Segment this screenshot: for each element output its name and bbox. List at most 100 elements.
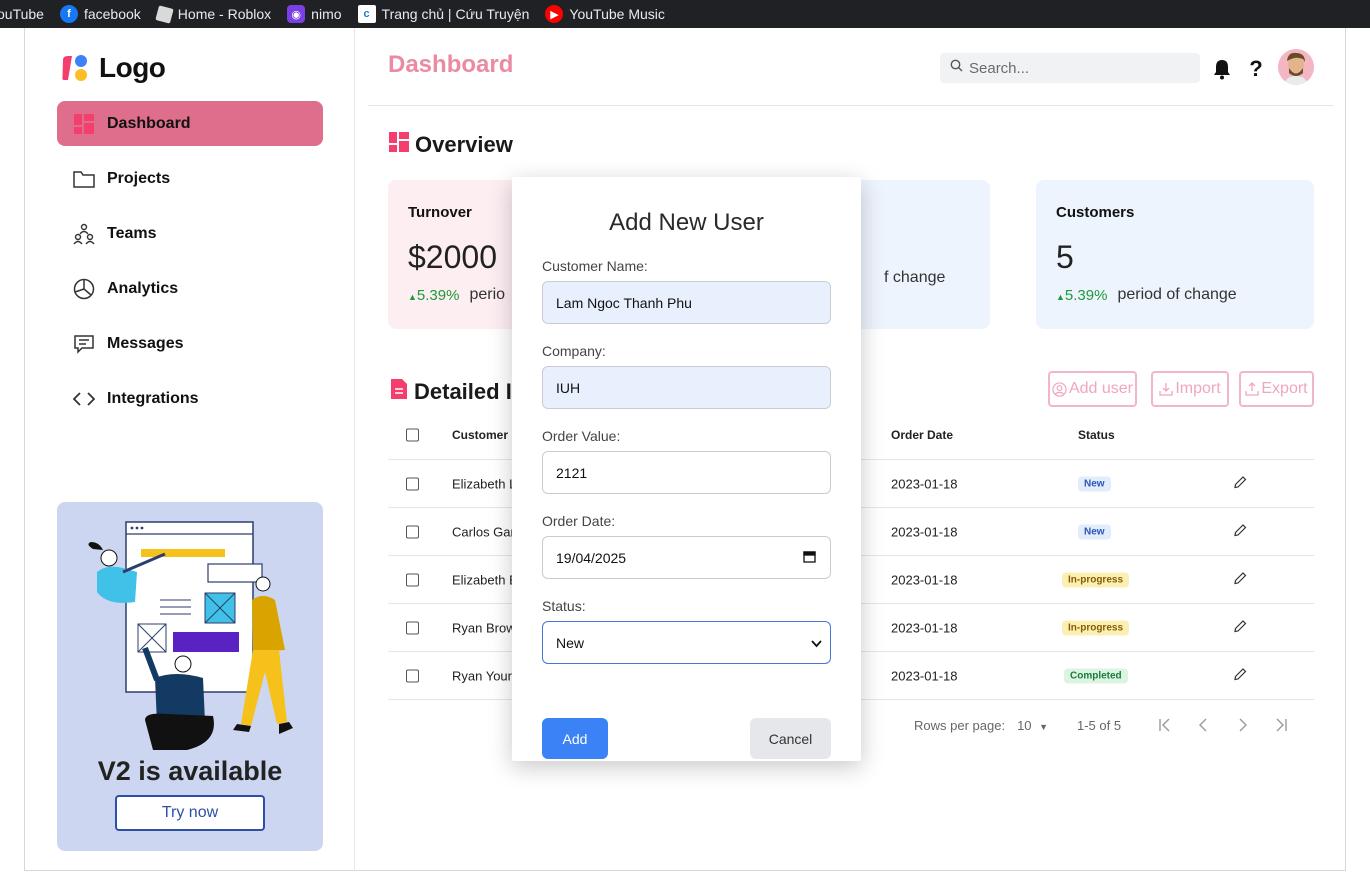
edit-pencil-icon[interactable] (1233, 475, 1247, 492)
search-icon (950, 59, 963, 77)
order-date: 2023-01-18 (891, 476, 958, 491)
bookmark-label: YouTube Music (569, 6, 665, 22)
bookmark-facebook[interactable]: f facebook (59, 0, 141, 28)
pagination-controls (1158, 718, 1288, 735)
edit-pencil-icon[interactable] (1233, 571, 1247, 588)
try-now-button[interactable]: Try now (115, 795, 265, 831)
promo-card: V2 is available Try now (57, 502, 323, 851)
bookmark-nimo[interactable]: ◉ nimo (287, 0, 342, 28)
youtube-music-icon: ▶ (545, 5, 564, 23)
cancel-button[interactable]: Cancel (750, 718, 831, 759)
change-text: f change (884, 269, 946, 286)
row-checkbox[interactable] (406, 669, 419, 682)
card-change: ▲5.39% period of change (1056, 286, 1294, 304)
sidebar-nav: Dashboard Projects Teams Analytics Messa… (57, 101, 323, 431)
export-button[interactable]: Export (1239, 371, 1314, 407)
folder-icon (73, 168, 95, 190)
change-text: perio (469, 286, 506, 303)
message-icon (73, 333, 95, 355)
order-value-input[interactable]: 2121 (542, 451, 831, 494)
sidebar-item-label: Analytics (107, 279, 179, 297)
sidebar-item-analytics[interactable]: Analytics (57, 266, 323, 311)
promo-illustration (88, 521, 293, 750)
edit-pencil-icon[interactable] (1233, 523, 1247, 540)
bookmark-youtube-music[interactable]: ▶ YouTube Music (545, 0, 665, 28)
sidebar-item-messages[interactable]: Messages (57, 321, 323, 366)
sidebar-item-integrations[interactable]: Integrations (57, 376, 323, 421)
add-button[interactable]: Add (542, 718, 608, 759)
customer-name-input[interactable]: Lam Ngoc Thanh Phu (542, 281, 831, 324)
customer-name: Elizabeth E (452, 572, 518, 587)
row-checkbox[interactable] (406, 621, 419, 634)
dashboard-grid-icon (73, 113, 95, 135)
import-label: Import (1175, 380, 1221, 397)
edit-pencil-icon[interactable] (1233, 619, 1247, 636)
add-user-button[interactable]: Add user (1048, 371, 1137, 407)
bookmark-roblox[interactable]: Home - Roblox (155, 0, 271, 28)
bookmark-youtube[interactable]: ouTube (0, 0, 44, 28)
bookmarks-bar: ouTube f facebook Home - Roblox ◉ nimo c… (0, 0, 1370, 28)
bookmark-cuutruyen[interactable]: c Trang chủ | Cứu Truyện (357, 0, 529, 28)
company-input[interactable]: IUH (542, 366, 831, 409)
calendar-icon[interactable] (803, 550, 816, 566)
company-label: Company: (542, 343, 606, 359)
order-date: 2023-01-18 (891, 668, 958, 683)
import-icon (1159, 383, 1173, 396)
row-checkbox[interactable] (406, 573, 419, 586)
row-checkbox[interactable] (406, 525, 419, 538)
header-divider (368, 105, 1334, 106)
facebook-icon: f (59, 5, 78, 23)
order-date: 2023-01-18 (891, 572, 958, 587)
pie-chart-icon (73, 278, 95, 300)
first-page-icon[interactable] (1158, 718, 1174, 735)
roblox-icon (155, 4, 174, 24)
app-frame: Logo Dashboard Projects Teams Analytics … (24, 28, 1346, 871)
rows-per-page-select[interactable]: 10 ▼ (1017, 718, 1048, 733)
customer-name: Ryan Youn (452, 668, 515, 683)
add-user-label: Add user (1068, 380, 1134, 397)
column-status: Status (1078, 428, 1115, 442)
sidebar: Logo Dashboard Projects Teams Analytics … (25, 28, 355, 871)
sidebar-item-teams[interactable]: Teams (57, 211, 323, 256)
overview-heading: Overview (389, 132, 513, 158)
notification-bell-icon[interactable] (1211, 58, 1233, 80)
page-range: 1-5 of 5 (1077, 718, 1122, 733)
status-badge: Completed (1064, 668, 1128, 683)
customer-name: Carlos Gar (452, 524, 515, 539)
logo-icon (59, 52, 91, 84)
page-title: Dashboard (388, 51, 514, 78)
status-selected-value: New (556, 634, 585, 651)
sidebar-item-dashboard[interactable]: Dashboard (57, 101, 323, 146)
report-heading: Detailed I (390, 378, 512, 406)
report-title: Detailed I (414, 379, 512, 404)
sidebar-item-label: Messages (107, 334, 184, 352)
sidebar-item-label: Integrations (107, 389, 199, 407)
overview-title: Overview (415, 132, 513, 157)
next-page-icon[interactable] (1234, 718, 1250, 735)
edit-pencil-icon[interactable] (1233, 667, 1247, 684)
help-icon[interactable]: ? (1245, 56, 1267, 81)
column-order-date: Order Date (891, 428, 954, 442)
nimo-icon: ◉ (287, 5, 306, 23)
status-badge: In-progress (1062, 572, 1130, 587)
import-button[interactable]: Import (1151, 371, 1229, 407)
last-page-icon[interactable] (1272, 718, 1288, 735)
sidebar-item-label: Dashboard (107, 114, 191, 132)
row-checkbox[interactable] (406, 477, 419, 490)
order-date-input[interactable]: 19/04/2025 (542, 536, 831, 579)
cuutruyen-icon: c (357, 5, 376, 23)
sidebar-item-projects[interactable]: Projects (57, 156, 323, 201)
sidebar-item-label: Projects (107, 169, 171, 187)
select-all-checkbox[interactable] (406, 428, 419, 442)
status-select[interactable]: New (542, 621, 831, 664)
promo-title: V2 is available (97, 756, 283, 786)
user-circle-icon (1052, 381, 1067, 397)
bookmark-label: nimo (311, 6, 342, 22)
avatar[interactable] (1278, 49, 1314, 85)
order-date-value: 19/04/2025 (556, 549, 627, 566)
chevron-down-icon (811, 635, 822, 651)
prev-page-icon[interactable] (1196, 718, 1212, 735)
search-input[interactable] (969, 59, 1189, 77)
status-label: Status: (542, 598, 586, 614)
logo[interactable]: Logo (59, 52, 166, 84)
